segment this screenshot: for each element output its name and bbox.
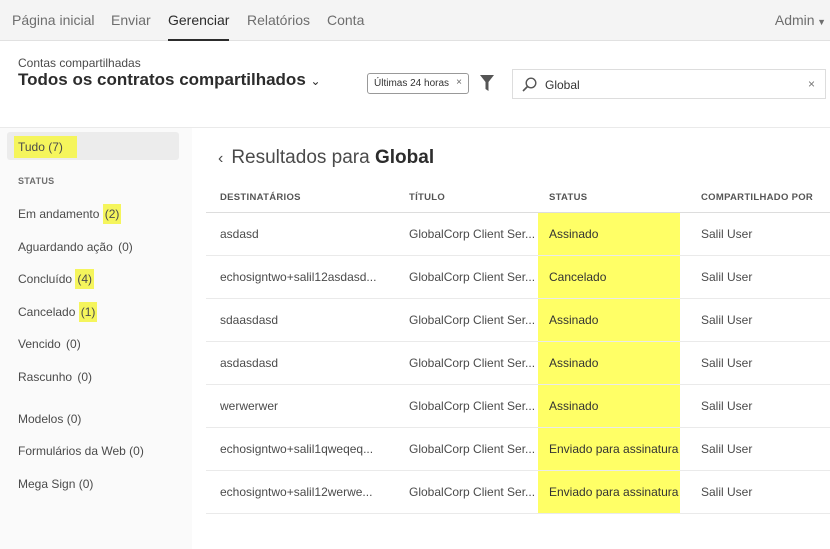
recipient-cell: asdasdasd: [206, 341, 395, 385]
title-cell: GlobalCorp Client Ser...: [395, 341, 538, 385]
chevron-down-icon: ⌄: [310, 74, 321, 88]
table-row[interactable]: echosigntwo+salil1qweqeq... GlobalCorp Cl…: [206, 427, 830, 471]
table-row[interactable]: echosigntwo+salil12asdasd... GlobalCorp C…: [206, 255, 830, 299]
agreements-table: DESTINATÁRIOS TÍTULO STATUS COMPARTILHAD…: [206, 183, 830, 514]
shared-by-cell: Salil User: [680, 212, 830, 256]
sidebar-item-status[interactable]: Concluído (4): [18, 269, 95, 289]
search-icon: [522, 77, 537, 92]
title-cell: GlobalCorp Client Ser...: [395, 255, 538, 299]
sidebar-item-status[interactable]: Em andamento (2): [18, 204, 122, 224]
caret-down-icon: ▼: [814, 17, 826, 27]
title-cell: GlobalCorp Client Ser...: [395, 298, 538, 342]
sidebar-item-status[interactable]: Rascunho (0): [18, 370, 94, 384]
close-icon[interactable]: ×: [456, 77, 462, 88]
filter-icon[interactable]: [480, 75, 494, 91]
sidebar-item-status[interactable]: Aguardando ação (0): [18, 240, 135, 254]
sidebar-item-status[interactable]: Cancelado (1): [18, 301, 98, 322]
title-cell: GlobalCorp Client Ser...: [395, 212, 538, 256]
nav-home[interactable]: Página inicial: [12, 12, 95, 41]
clear-search-icon[interactable]: ×: [808, 77, 815, 91]
filter-chip-label: Últimas 24 horas: [374, 78, 450, 89]
nav-account[interactable]: Conta: [327, 12, 364, 41]
title-cell: GlobalCorp Client Ser...: [395, 427, 538, 471]
shared-by-cell: Salil User: [680, 341, 830, 385]
table-row[interactable]: asdasdasd GlobalCorp Client Ser... Assinad…: [206, 341, 830, 385]
top-nav: Página inicial Enviar Gerenciar Relatóri…: [0, 0, 830, 41]
recipient-cell: echosigntwo+salil1qweqeq...: [206, 427, 395, 471]
title-cell: GlobalCorp Client Ser...: [395, 470, 538, 514]
shared-by-cell: Salil User: [680, 470, 830, 514]
col-status[interactable]: STATUS: [538, 183, 680, 213]
admin-label: Admin: [774, 12, 815, 28]
status-cell: Assinado: [538, 384, 680, 428]
status-cell: Assinado: [538, 212, 680, 256]
status-cell: Assinado: [538, 341, 680, 385]
col-title[interactable]: TÍTULO: [395, 183, 538, 213]
recipient-cell: werwerwer: [206, 384, 395, 428]
nav-manage[interactable]: Gerenciar: [168, 12, 230, 41]
status-cell: Enviado para assinatura: [538, 470, 680, 514]
shared-by-cell: Salil User: [680, 255, 830, 299]
sidebar: Tudo (7) STATUS Em andamento (2) Aguardan…: [0, 128, 192, 549]
back-icon[interactable]: ‹: [218, 150, 223, 167]
nav-reports[interactable]: Relatórios: [247, 12, 310, 41]
recipient-cell: sdaasdasd: [206, 298, 395, 342]
recipient-cell: echosigntwo+salil12asdasd...: [206, 255, 395, 299]
status-cell: Enviado para assinatura: [538, 427, 680, 471]
recipient-cell: echosigntwo+salil12werwe...: [206, 470, 395, 514]
search-input[interactable]: Global ×: [512, 69, 826, 99]
shared-by-cell: Salil User: [680, 384, 830, 428]
search-value: Global: [545, 78, 580, 92]
nav-send[interactable]: Enviar: [111, 12, 151, 41]
sidebar-item-templates[interactable]: Modelos (0): [18, 412, 81, 426]
page-title: Todos os contratos compartilhados: [18, 70, 306, 89]
page-subtitle: Contas compartilhadas: [18, 56, 141, 70]
sidebar-item-status[interactable]: Vencido (0): [18, 337, 83, 351]
sidebar-item-all[interactable]: Tudo (7): [14, 136, 77, 158]
status-cell: Assinado: [538, 298, 680, 342]
table-row[interactable]: asdasd GlobalCorp Client Ser... Assinado Sa…: [206, 212, 830, 256]
shared-by-cell: Salil User: [680, 298, 830, 342]
recipient-cell: asdasd: [206, 212, 395, 256]
results-heading: ‹ Resultados para Global: [218, 147, 435, 168]
status-heading: STATUS: [18, 176, 55, 186]
col-shared-by[interactable]: COMPARTILHADO POR: [680, 183, 830, 213]
admin-menu[interactable]: Admin ▼: [775, 12, 826, 28]
table-row[interactable]: sdaasdasd GlobalCorp Client Ser... Assinad…: [206, 298, 830, 342]
shared-by-cell: Salil User: [680, 427, 830, 471]
sidebar-item-mega-sign[interactable]: Mega Sign (0): [18, 477, 93, 491]
table-row[interactable]: echosigntwo+salil12werwe... GlobalCorp Cl…: [206, 470, 830, 514]
title-cell: GlobalCorp Client Ser...: [395, 384, 538, 428]
sidebar-item-web-forms[interactable]: Formulários da Web (0): [18, 444, 144, 458]
table-row[interactable]: werwerwer GlobalCorp Client Ser... Assinad…: [206, 384, 830, 428]
filter-chip[interactable]: Últimas 24 horas ×: [367, 73, 469, 94]
col-recipients[interactable]: DESTINATÁRIOS: [206, 183, 395, 213]
status-cell: Cancelado: [538, 255, 680, 299]
view-selector[interactable]: Todos os contratos compartilhados ⌄: [18, 70, 321, 90]
